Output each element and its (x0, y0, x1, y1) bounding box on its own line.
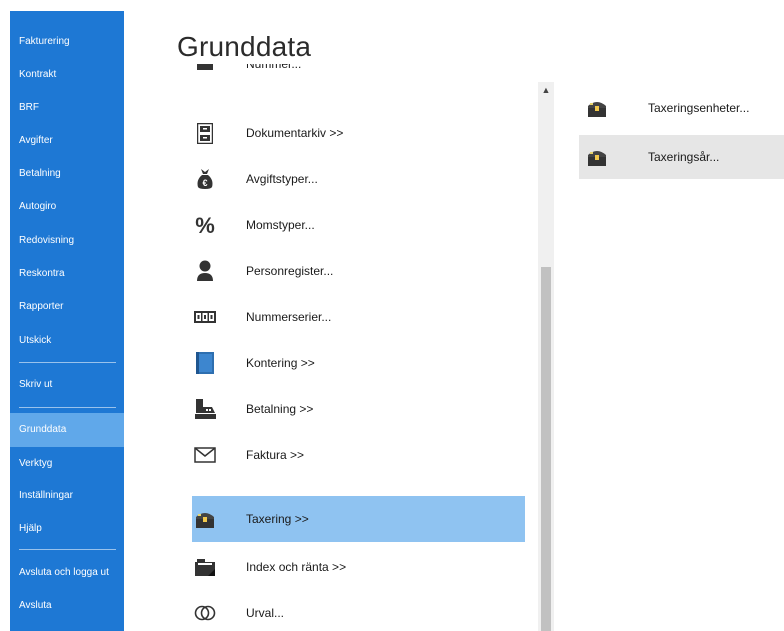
sidebar-item-kontrakt[interactable]: Kontrakt (10, 58, 124, 91)
sidebar-item-grunddata[interactable]: Grunddata (10, 413, 124, 447)
sidebar-item-reskontra[interactable]: Reskontra (10, 257, 124, 290)
list-item-label: Index och ränta >> (246, 560, 347, 574)
scroll-up-arrow-icon[interactable]: ▲ (538, 82, 554, 98)
sidebar-item-brf[interactable]: BRF (10, 91, 124, 124)
generic-icon (194, 64, 216, 75)
list-item-label: Kontering >> (246, 356, 315, 370)
treasure-chest-icon (586, 147, 608, 167)
sidebar-item-hjalp[interactable]: Hjälp (10, 512, 124, 545)
folder-chart-icon (194, 556, 216, 578)
sidebar: Fakturering Kontrakt BRF Avgifter Betaln… (10, 11, 124, 631)
sidebar-item-rapporter[interactable]: Rapporter (10, 290, 124, 323)
grunddata-list: Nummer... Dokumentarkiv >> € Avgiftstype… (192, 64, 526, 631)
money-bag-icon: € (194, 168, 216, 190)
list-item-label: Faktura >> (246, 448, 305, 462)
sidebar-item-betalning[interactable]: Betalning (10, 157, 124, 190)
taxeringsar-item[interactable]: Taxeringsår... (579, 135, 784, 179)
list-item-nummer[interactable]: Nummer... (192, 64, 525, 87)
list-scrollbar[interactable]: ▲ (538, 82, 554, 631)
treasure-chest-icon (194, 508, 216, 530)
treasure-chest-icon (586, 98, 608, 118)
list-item-label: Nummerserier... (246, 310, 332, 324)
list-item-dokumentarkiv[interactable]: Dokumentarkiv >> (192, 110, 525, 156)
sidebar-item-verktyg[interactable]: Verktyg (10, 447, 124, 480)
sidebar-item-utskick[interactable]: Utskick (10, 324, 124, 357)
envelope-icon (194, 444, 216, 466)
list-item-index-och-ranta[interactable]: Index och ränta >> (192, 544, 525, 590)
sidebar-item-fakturering[interactable]: Fakturering (10, 25, 124, 58)
list-item-label: Taxering >> (246, 512, 309, 526)
scrollbar-thumb[interactable] (541, 267, 551, 631)
number-counter-icon (194, 306, 216, 328)
sidebar-item-avsluta[interactable]: Avsluta (10, 589, 124, 622)
person-icon (194, 260, 216, 282)
list-item-urval[interactable]: Urval... (192, 590, 525, 631)
taxeringsenheter-item[interactable]: Taxeringsenheter... (579, 86, 784, 130)
list-item-kontering[interactable]: Kontering >> (192, 340, 525, 386)
percent-icon: % (194, 214, 216, 236)
sidebar-divider (19, 549, 116, 550)
list-item-label: Dokumentarkiv >> (246, 126, 344, 140)
sidebar-divider (19, 362, 116, 363)
taxeringsenheter-label: Taxeringsenheter... (648, 101, 750, 115)
list-item-avgiftstyper[interactable]: € Avgiftstyper... (192, 156, 525, 202)
list-item-taxering[interactable]: Taxering >> (192, 496, 525, 542)
overlapping-circles-icon (194, 602, 216, 624)
sidebar-item-autogiro[interactable]: Autogiro (10, 190, 124, 223)
list-item-momstyper[interactable]: % Momstyper... (192, 202, 525, 248)
file-cabinet-icon (194, 122, 216, 144)
list-item-personregister[interactable]: Personregister... (192, 248, 525, 294)
list-item-betalning[interactable]: Betalning >> (192, 386, 525, 432)
list-item-label: Momstyper... (246, 218, 315, 232)
sidebar-item-installningar[interactable]: Inställningar (10, 479, 124, 512)
list-item-label: Urval... (246, 606, 285, 620)
svg-text:%: % (195, 215, 215, 235)
svg-text:€: € (202, 178, 207, 188)
ledger-book-icon (194, 352, 216, 374)
taxeringsar-label: Taxeringsår... (648, 150, 720, 164)
sidebar-item-avsluta-och-logga-ut[interactable]: Avsluta och logga ut (10, 556, 124, 589)
sidebar-item-skriv-ut[interactable]: Skriv ut (10, 368, 124, 401)
list-item-nummerserier[interactable]: Nummerserier... (192, 294, 525, 340)
sidebar-item-redovisning[interactable]: Redovisning (10, 224, 124, 257)
page-title: Grunddata (177, 31, 312, 62)
cash-register-icon (194, 398, 216, 420)
sidebar-item-avgifter[interactable]: Avgifter (10, 124, 124, 157)
list-item-label: Betalning >> (246, 402, 314, 416)
sidebar-divider (19, 407, 116, 408)
list-item-label: Nummer... (246, 64, 302, 71)
list-item-label: Personregister... (246, 264, 334, 278)
list-item-faktura[interactable]: Faktura >> (192, 432, 525, 478)
list-item-label: Avgiftstyper... (246, 172, 318, 186)
